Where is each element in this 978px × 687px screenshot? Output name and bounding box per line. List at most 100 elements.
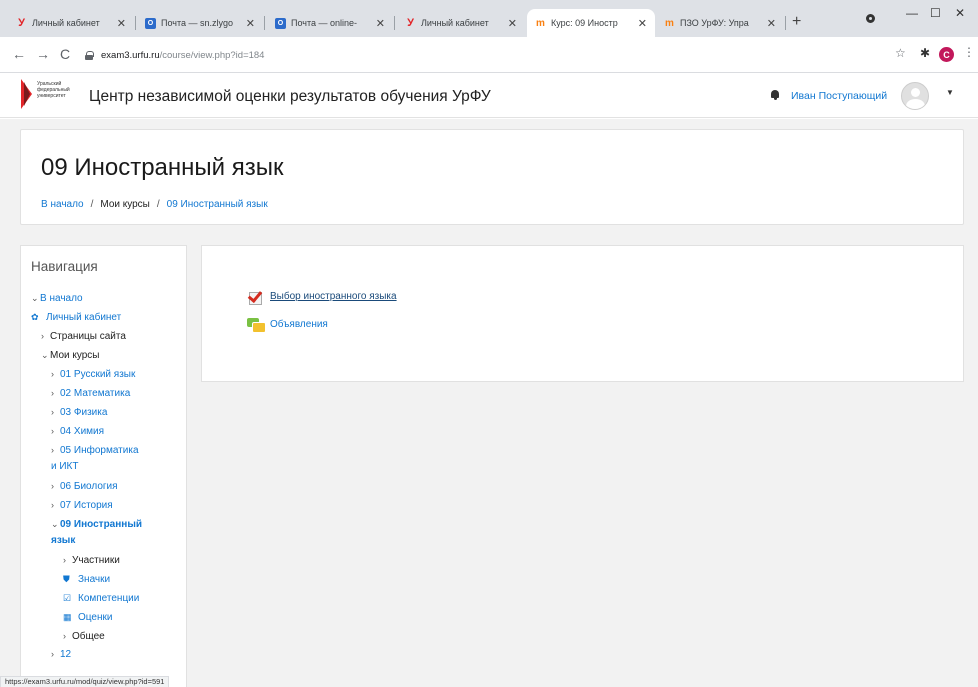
- activity-link[interactable]: Выбор иностранного языка: [270, 291, 397, 302]
- browser-tab[interactable]: О Почта — online- ✕: [267, 9, 393, 37]
- site-header: Уральский федеральный университет Центр …: [0, 74, 978, 118]
- activity-choice[interactable]: Выбор иностранного языка: [247, 288, 397, 305]
- chevron-right-icon: ›: [51, 407, 54, 417]
- chevron-right-icon: ›: [51, 649, 54, 659]
- tab-separator: [135, 16, 136, 30]
- page-title: 09 Иностранный язык: [41, 154, 284, 181]
- notification-bell-icon[interactable]: [770, 90, 780, 100]
- browser-toolbar: ← → C exam3.urfu.ru/course/view.php?id=1…: [0, 37, 978, 73]
- chevron-right-icon: ›: [51, 388, 54, 398]
- course-header: 09 Иностранный язык В начало / Мои курсы…: [20, 129, 964, 225]
- nav-item-course[interactable]: › 01 Русский язык: [51, 367, 135, 382]
- profile-avatar[interactable]: C: [939, 47, 954, 62]
- forward-icon[interactable]: →: [36, 46, 50, 62]
- chevron-down-icon: ⌄: [51, 519, 59, 529]
- checkbox-icon: ☑: [63, 593, 72, 603]
- close-window-button[interactable]: ✕: [955, 6, 965, 20]
- chevron-right-icon: ›: [63, 555, 66, 565]
- nav-item-course[interactable]: › 02 Математика: [51, 386, 130, 401]
- nav-item-grades[interactable]: ▦ Оценки: [63, 610, 112, 625]
- activity-link[interactable]: Объявления: [270, 319, 328, 330]
- nav-item-competencies[interactable]: ☑ Компетенции: [63, 591, 139, 606]
- maximize-button[interactable]: ☐: [930, 6, 941, 20]
- close-tab-icon[interactable]: ✕: [508, 17, 517, 30]
- navigation-block: Навигация ⌄ В начало ✿ Личный кабинет › …: [20, 245, 187, 687]
- chevron-right-icon: ›: [41, 331, 44, 341]
- close-tab-icon[interactable]: ✕: [246, 17, 255, 30]
- breadcrumb-separator: /: [156, 199, 160, 210]
- mail-favicon: О: [145, 17, 156, 29]
- user-avatar[interactable]: [901, 82, 929, 110]
- nav-item-dashboard[interactable]: ✿ Личный кабинет: [31, 310, 121, 325]
- breadcrumb-course[interactable]: 09 Иностранный язык: [167, 199, 268, 210]
- close-tab-icon[interactable]: ✕: [767, 17, 776, 30]
- chevron-right-icon: ›: [63, 631, 66, 641]
- chevron-right-icon: ›: [51, 500, 54, 510]
- urfu-favicon: У: [407, 17, 414, 29]
- breadcrumb-home[interactable]: В начало: [41, 199, 84, 210]
- breadcrumb: В начало / Мои курсы / 09 Иностранный яз…: [41, 199, 268, 210]
- nav-item-course[interactable]: › 05 Информатика: [51, 443, 139, 458]
- browser-tab[interactable]: О Почта — sn.zlygo ✕: [137, 9, 263, 37]
- extensions-icon[interactable]: ✱: [920, 46, 930, 60]
- user-menu-caret-icon[interactable]: ▼: [946, 88, 954, 97]
- nav-item-site-pages[interactable]: › Страницы сайта: [41, 329, 126, 344]
- chevron-right-icon: ›: [51, 481, 54, 491]
- tab-separator: [394, 16, 395, 30]
- browser-tab-active[interactable]: m Курс: 09 Иностр ✕: [527, 9, 655, 37]
- nav-item-course-truncated[interactable]: › 12: [51, 647, 71, 662]
- nav-item-badges[interactable]: ⛊ Значки: [63, 572, 110, 587]
- close-tab-icon[interactable]: ✕: [376, 17, 385, 30]
- nav-item-course[interactable]: › 06 Биология: [51, 479, 118, 494]
- browser-tab[interactable]: m ПЗО УрФУ: Упра ✕: [656, 9, 784, 37]
- nav-item-course[interactable]: › 04 Химия: [51, 424, 104, 439]
- browser-tab[interactable]: У Личный кабинет ✕: [397, 9, 525, 37]
- reload-icon[interactable]: C: [60, 46, 70, 62]
- nav-item-participants[interactable]: › Участники: [63, 553, 120, 568]
- dashboard-icon: ✿: [31, 312, 39, 322]
- chevron-right-icon: ›: [51, 426, 54, 436]
- user-name[interactable]: Иван Поступающий: [791, 90, 887, 102]
- lock-icon: [85, 50, 94, 60]
- nav-item-course[interactable]: › 07 История: [51, 498, 113, 513]
- back-icon[interactable]: ←: [12, 46, 26, 62]
- choice-icon: [247, 288, 265, 305]
- close-tab-icon[interactable]: ✕: [117, 17, 126, 30]
- address-bar[interactable]: exam3.urfu.ru/course/view.php?id=184: [85, 42, 885, 68]
- bookmark-star-icon[interactable]: ☆: [895, 46, 906, 60]
- breadcrumb-separator: /: [90, 199, 94, 210]
- nav-item-course-continued[interactable]: и ИКТ: [51, 459, 79, 474]
- chevron-right-icon: ›: [51, 369, 54, 379]
- nav-item-course[interactable]: › 03 Физика: [51, 405, 107, 420]
- nav-item-current-course[interactable]: ⌄ 09 Иностранный: [51, 517, 142, 532]
- activity-forum[interactable]: Объявления: [247, 316, 328, 333]
- moodle-favicon: m: [665, 17, 674, 29]
- navigation-title: Навигация: [31, 259, 98, 274]
- nav-item-general[interactable]: › Общее: [63, 629, 105, 644]
- forum-icon: [247, 316, 266, 333]
- mail-favicon: О: [275, 17, 286, 29]
- kebab-menu-icon[interactable]: ⋮: [963, 45, 975, 59]
- tab-search-icon[interactable]: [866, 14, 875, 23]
- browser-tab-strip: У Личный кабинет ✕ О Почта — sn.zlygo ✕ …: [0, 0, 978, 37]
- nav-item-home[interactable]: ⌄ В начало: [31, 291, 83, 306]
- chevron-down-icon: ⌄: [31, 293, 39, 303]
- urfu-logo[interactable]: Уральский федеральный университет: [21, 77, 81, 113]
- browser-tab[interactable]: У Личный кабинет ✕: [8, 9, 134, 37]
- nav-item-current-course-continued[interactable]: язык: [51, 533, 75, 548]
- nav-item-my-courses[interactable]: ⌄ Мои курсы: [41, 348, 100, 363]
- logo-mark-inner: [24, 82, 30, 106]
- status-bar-url: https://exam3.urfu.ru/mod/quiz/view.php?…: [0, 676, 170, 687]
- close-tab-icon[interactable]: ✕: [638, 17, 647, 30]
- moodle-favicon: m: [536, 17, 545, 29]
- new-tab-button[interactable]: +: [792, 13, 801, 31]
- tab-separator: [264, 16, 265, 30]
- site-title[interactable]: Центр независимой оценки результатов обу…: [89, 88, 491, 106]
- logo-text: Уральский федеральный университет: [37, 81, 70, 99]
- chevron-right-icon: ›: [51, 445, 54, 455]
- course-content: Выбор иностранного языка Объявления: [201, 245, 964, 382]
- url-host: exam3.urfu.ru: [101, 49, 160, 61]
- minimize-button[interactable]: —: [906, 6, 918, 20]
- breadcrumb-my-courses[interactable]: Мои курсы: [100, 199, 150, 210]
- chevron-down-icon: ⌄: [41, 350, 49, 360]
